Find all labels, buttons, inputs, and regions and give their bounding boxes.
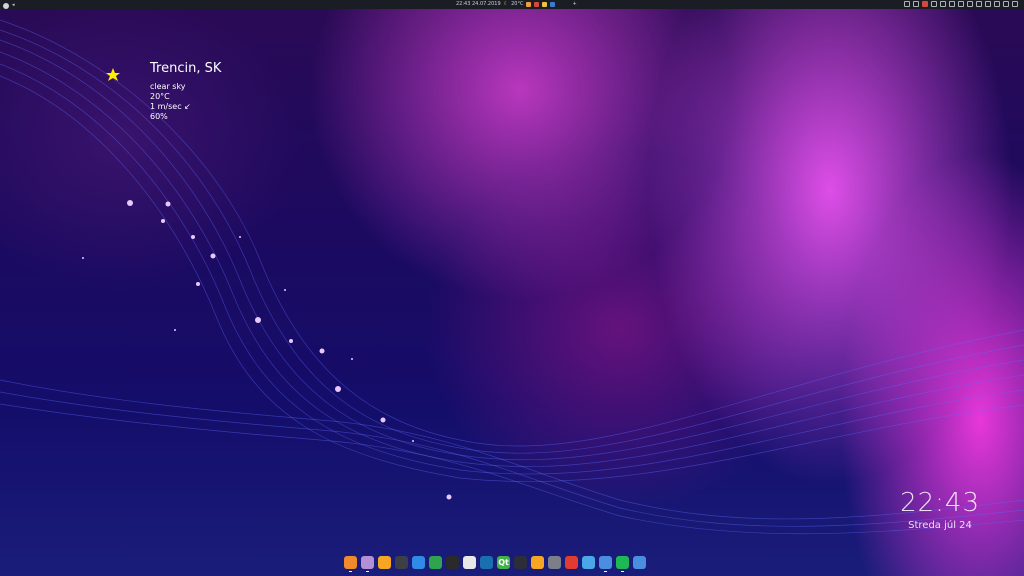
clock-widget: 22:43 Streda júl 24 [900, 488, 980, 531]
panel-center: 22:43 24.07.2019 ☾ 20°C + [456, 0, 577, 9]
battery-icon[interactable] [976, 1, 982, 7]
weather-humidity: 60% [150, 112, 168, 121]
notes-icon[interactable] [913, 1, 919, 7]
bluetooth-icon[interactable] [994, 1, 1000, 7]
browser-icon[interactable] [344, 556, 357, 572]
crescent-moon-star-icon [83, 68, 122, 125]
power-icon[interactable] [1012, 1, 1018, 7]
weather-temperature: 20°C [150, 92, 170, 101]
vpn-icon[interactable] [463, 556, 476, 569]
panel-weather[interactable]: 20°C [511, 0, 523, 9]
weather-wind: 1 m/sec ↙ [150, 102, 191, 111]
volume-icon[interactable] [985, 1, 991, 7]
media-player-icon[interactable] [548, 556, 561, 569]
top-panel: ◂ 22:43 24.07.2019 ☾ 20°C + [0, 0, 1024, 9]
remote-icon[interactable] [480, 556, 493, 569]
running-indicator [621, 571, 624, 572]
window-icon[interactable] [967, 1, 973, 7]
app-icon[interactable] [922, 1, 928, 7]
calendar-icon[interactable] [1003, 1, 1009, 7]
running-indicator [604, 571, 607, 572]
clock-date: Streda júl 24 [908, 520, 972, 531]
system-tray [904, 1, 1018, 7]
display-icon[interactable] [904, 1, 910, 7]
terminal-icon[interactable] [395, 556, 408, 569]
moon-icon: ☾ [503, 1, 509, 7]
download-icon[interactable] [531, 556, 544, 569]
weather-city: Trencin, SK [150, 61, 222, 76]
settings-icon[interactable] [949, 1, 955, 7]
qt-icon[interactable]: Qt [497, 556, 510, 569]
gamepad-icon[interactable] [514, 556, 527, 569]
spreadsheet-icon[interactable] [429, 556, 442, 569]
pen-icon[interactable] [958, 1, 964, 7]
spotify-icon[interactable] [616, 556, 629, 572]
mic-icon[interactable] [940, 1, 946, 7]
chat-icon[interactable] [582, 556, 595, 569]
anchor-app-icon[interactable] [633, 556, 646, 569]
clock-time: 22:43 [900, 488, 980, 518]
back-arrow-icon[interactable]: ◂ [12, 1, 15, 10]
anchor-icon[interactable] [599, 556, 612, 572]
package-icon[interactable] [565, 556, 578, 569]
app-orange-icon[interactable] [526, 2, 532, 7]
panel-clock[interactable]: 22:43 24.07.2019 [456, 0, 501, 9]
add-icon[interactable]: + [572, 0, 576, 9]
dock: Qt [344, 556, 646, 572]
docs-icon[interactable] [412, 556, 425, 569]
clapper-icon[interactable] [446, 556, 459, 569]
app-yellow-icon[interactable] [542, 2, 548, 7]
app-blue-icon[interactable] [550, 2, 556, 7]
files-icon[interactable] [361, 556, 374, 572]
folder-icon[interactable] [378, 556, 391, 569]
weather-condition: clear sky [150, 82, 186, 91]
weather-widget: Trencin, SK clear sky 20°C 1 m/sec ↙ 60% [150, 61, 221, 122]
system-logo-icon[interactable] [3, 2, 9, 9]
network-icon[interactable] [931, 1, 937, 7]
app-red-icon[interactable] [534, 2, 540, 7]
running-indicator [366, 571, 369, 572]
running-indicator [349, 571, 352, 572]
